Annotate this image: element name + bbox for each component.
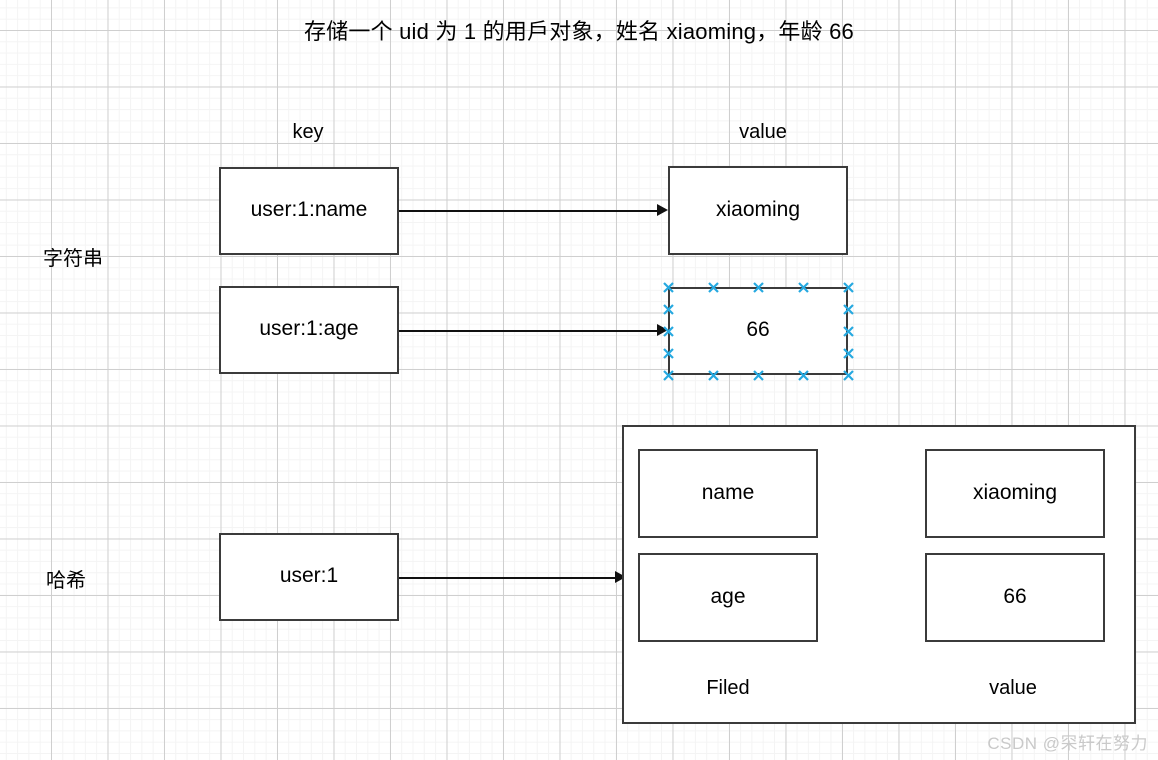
string-value-box-name[interactable]: xiaoming [668,166,848,255]
row-label-string: 字符串 [43,248,103,270]
string-key-box-age[interactable]: user:1:age [219,286,399,374]
connector-line-age [399,330,657,332]
column-header-key: key [292,121,324,143]
hash-key-text: user:1 [279,564,339,587]
connector-line-name [399,210,657,212]
hash-field-column-label: Filed [706,677,750,699]
hash-field-text-name: name [701,480,755,504]
string-key-box-name[interactable]: user:1:name [219,167,399,255]
hash-key-box[interactable]: user:1 [219,533,399,621]
connector-arrowhead-name [657,204,668,216]
string-key-text-age: user:1:age [259,317,359,340]
string-key-text-name: user:1:name [250,198,368,221]
watermark: CSDN @罙轩在努力 [987,734,1148,753]
row-label-hash: 哈希 [46,570,86,592]
hash-value-text-age: 66 [1003,584,1027,608]
hash-value-box-name[interactable]: xiaoming [925,449,1105,538]
diagram-canvas: 存储一个 uid 为 1 的用戶对象，姓名 xiaoming，年龄 66 key… [0,0,1158,760]
string-value-box-age[interactable]: 66 [668,287,848,375]
hash-field-box-name[interactable]: name [638,449,818,538]
column-header-value: value [739,121,787,143]
connector-arrowhead-age [657,324,668,336]
diagram-title: 存储一个 uid 为 1 的用戶对象，姓名 xiaoming，年龄 66 [304,19,854,44]
hash-field-text-age: age [710,584,746,608]
hash-value-text-name: xiaoming [972,480,1058,504]
hash-field-box-age[interactable]: age [638,553,818,642]
string-value-text-age: 66 [746,318,770,341]
string-value-text-name: xiaoming [715,197,801,221]
connector-line-hash [399,577,615,579]
hash-value-box-age[interactable]: 66 [925,553,1105,642]
hash-value-column-label: value [989,677,1037,699]
